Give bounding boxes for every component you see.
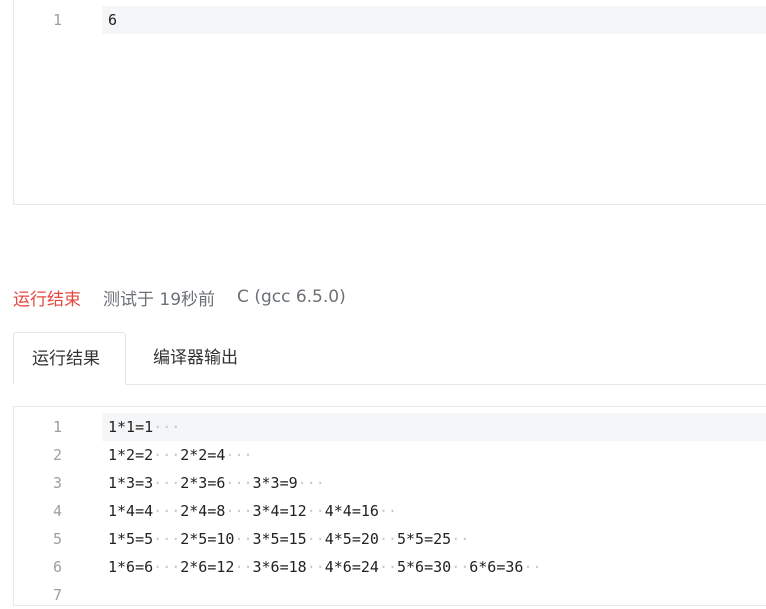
input-code[interactable]: 6 (102, 6, 766, 34)
output-code: 1*1=1··· (102, 413, 766, 441)
output-line: 2 1*2=2···2*2=4··· (14, 441, 766, 469)
line-number: 1 (52, 11, 62, 29)
line-number: 6 (52, 558, 62, 576)
output-line: 1 1*1=1··· (14, 413, 766, 441)
output-line: 4 1*4=4···2*4=8···3*4=12··4*4=16·· (14, 497, 766, 525)
line-number: 2 (52, 446, 62, 464)
result-tabs: 运行结果 编译器输出 (13, 332, 766, 385)
output-code: 1*2=2···2*2=4··· (108, 446, 253, 464)
tab-run-result[interactable]: 运行结果 (13, 332, 126, 385)
output-line: 5 1*5=5···2*5=10··3*5=15··4*5=20··5*5=25… (14, 525, 766, 553)
input-editor[interactable]: 1 6 (13, 0, 766, 205)
line-number: 7 (52, 586, 62, 604)
input-line[interactable]: 1 6 (14, 6, 766, 34)
output-code (102, 581, 766, 609)
compiler-language: C (gcc 6.5.0) (237, 287, 346, 307)
test-time: 测试于 19秒前 (103, 289, 216, 310)
line-number: 4 (52, 502, 62, 520)
line-number: 3 (52, 474, 62, 492)
output-code: 1*5=5···2*5=10··3*5=15··4*5=20··5*5=25·· (108, 530, 470, 548)
run-status-bar: 运行结束 测试于 19秒前 C (gcc 6.5.0) (13, 284, 346, 310)
output-line: 6 1*6=6···2*6=12··3*6=18··4*6=24··5*6=30… (14, 553, 766, 581)
output-code: 1*6=6···2*6=12··3*6=18··4*6=24··5*6=30··… (108, 558, 542, 576)
output-line: 7 (14, 581, 766, 609)
line-number: 1 (52, 418, 62, 436)
output-editor[interactable]: 1 1*1=1··· 2 1*2=2···2*2=4··· 3 1*3=3···… (13, 406, 766, 606)
output-line: 3 1*3=3···2*3=6···3*3=9··· (14, 469, 766, 497)
output-code: 1*3=3···2*3=6···3*3=9··· (108, 474, 325, 492)
run-state: 运行结束 (13, 289, 81, 310)
line-number: 5 (52, 530, 62, 548)
output-code: 1*4=4···2*4=8···3*4=12··4*4=16·· (108, 502, 397, 520)
tab-compiler-output[interactable]: 编译器输出 (135, 332, 256, 384)
